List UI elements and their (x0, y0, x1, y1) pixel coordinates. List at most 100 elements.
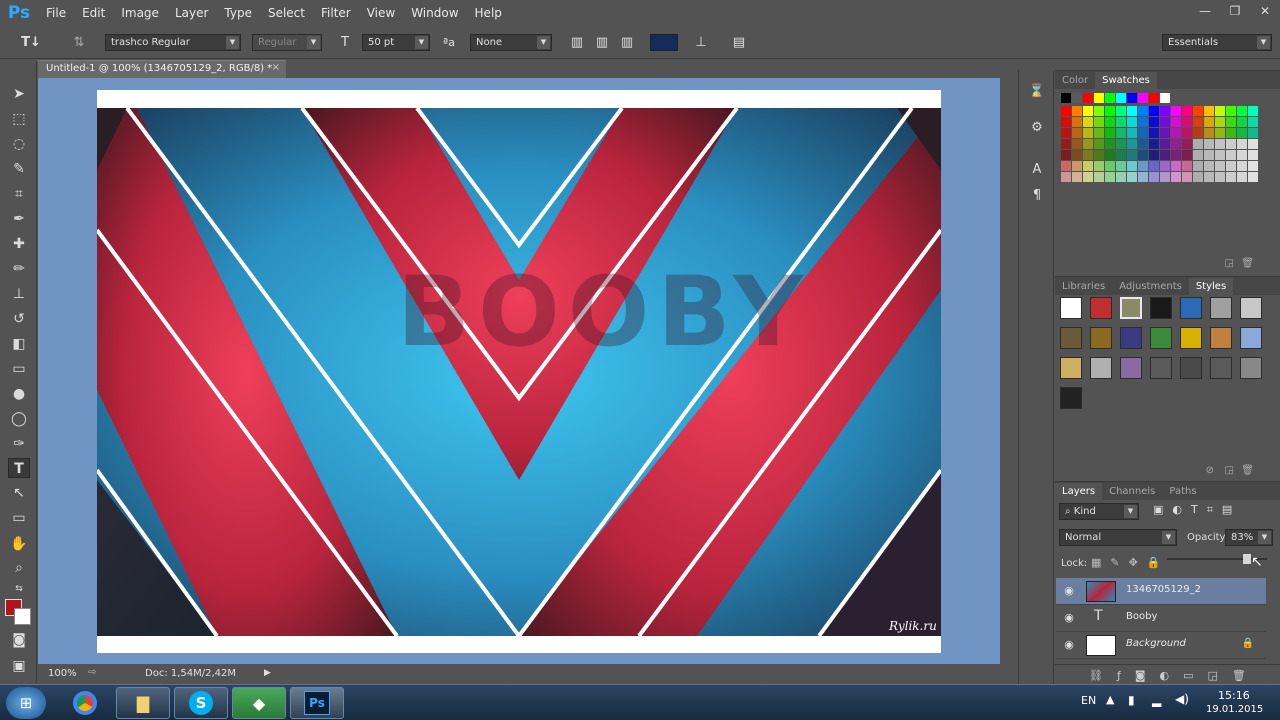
swatch[interactable] (1105, 150, 1115, 160)
style-preset[interactable] (1060, 327, 1082, 349)
brush-tool-icon[interactable]: ✏ (8, 259, 30, 279)
visibility-eye-icon[interactable]: ◉ (1062, 611, 1076, 625)
style-preset[interactable] (1180, 327, 1202, 349)
skype-taskbar-icon[interactable]: S (174, 687, 228, 719)
swatch[interactable] (1215, 117, 1225, 127)
swatch[interactable] (1061, 139, 1071, 149)
visibility-eye-icon[interactable]: ◉ (1062, 584, 1076, 598)
menu-layer[interactable]: Layer (167, 0, 216, 26)
antialias-select[interactable]: None ▼ (470, 34, 552, 51)
blend-mode-select[interactable]: Normal ▼ (1059, 529, 1177, 546)
clock-date[interactable]: 19.01.2015 (1206, 704, 1263, 715)
swatch[interactable] (1193, 139, 1203, 149)
swatch[interactable] (1105, 117, 1115, 127)
zoom-tool-icon[interactable]: ⌕ (8, 558, 30, 578)
properties-panel-icon[interactable]: ⚙ (1027, 118, 1047, 138)
align-right-icon[interactable]: ▥ (618, 34, 636, 52)
swatch[interactable] (1193, 172, 1203, 182)
swatch[interactable] (1094, 106, 1104, 116)
swatch[interactable] (1072, 139, 1082, 149)
crop-tool-icon[interactable]: ⌗ (8, 184, 30, 204)
style-preset[interactable] (1060, 387, 1082, 409)
minimize-button[interactable]: — (1190, 0, 1220, 22)
swatch[interactable] (1226, 161, 1236, 171)
swatch[interactable] (1215, 128, 1225, 138)
swatch[interactable] (1226, 128, 1236, 138)
swatch[interactable] (1127, 117, 1137, 127)
swatch[interactable] (1116, 106, 1126, 116)
swatch[interactable] (1083, 106, 1093, 116)
healing-brush-tool-icon[interactable]: ✚ (8, 234, 30, 254)
swatch[interactable] (1127, 128, 1137, 138)
menu-select[interactable]: Select (260, 0, 313, 26)
swatch[interactable] (1237, 128, 1247, 138)
menu-edit[interactable]: Edit (74, 0, 113, 26)
explorer-taskbar-icon[interactable]: ▇ (116, 687, 170, 719)
swatch[interactable] (1138, 106, 1148, 116)
move-tool-icon[interactable]: ➤ (8, 84, 30, 104)
style-preset[interactable] (1240, 297, 1262, 319)
status-menu-arrow-icon[interactable]: ▶ (264, 668, 271, 678)
marquee-tool-icon[interactable]: ⬚ (8, 109, 30, 129)
swatch[interactable] (1127, 106, 1137, 116)
swatch[interactable] (1072, 106, 1082, 116)
swatch[interactable] (1083, 93, 1093, 103)
swatch[interactable] (1116, 172, 1126, 182)
swatch[interactable] (1237, 117, 1247, 127)
swatch[interactable] (1094, 150, 1104, 160)
style-preset[interactable] (1090, 327, 1112, 349)
swatch[interactable] (1160, 139, 1170, 149)
close-button[interactable]: ✕ (1250, 0, 1280, 22)
swatch[interactable] (1237, 106, 1247, 116)
swatch[interactable] (1182, 139, 1192, 149)
swatch[interactable] (1094, 117, 1104, 127)
text-orientation-icon[interactable]: ⇅ (70, 34, 88, 52)
swatch[interactable] (1204, 172, 1214, 182)
swatch[interactable] (1061, 172, 1071, 182)
font-style-select[interactable]: Regular ▼ (252, 34, 322, 51)
layer-filter-icons[interactable]: ▣◐T⌗▤ (1153, 503, 1241, 517)
menu-help[interactable]: Help (467, 0, 510, 26)
swatch[interactable] (1149, 139, 1159, 149)
swatch[interactable] (1083, 128, 1093, 138)
swatch[interactable] (1105, 93, 1115, 103)
clear-style-icon[interactable]: ⊘ (1206, 465, 1214, 476)
swatch[interactable] (1215, 139, 1225, 149)
delete-swatch-icon[interactable]: 🗑 (1241, 258, 1254, 269)
swatch[interactable] (1149, 117, 1159, 127)
swatch[interactable] (1072, 93, 1082, 103)
swatch[interactable] (1138, 139, 1148, 149)
swatch[interactable] (1226, 150, 1236, 160)
swatch[interactable] (1094, 93, 1104, 103)
swatch[interactable] (1160, 172, 1170, 182)
swatch[interactable] (1215, 106, 1225, 116)
paragraph-panel-icon[interactable]: ¶ (1027, 186, 1047, 206)
swatch[interactable] (1138, 117, 1148, 127)
tab-libraries[interactable]: Libraries (1055, 278, 1112, 295)
network-signal-icon[interactable]: ▂ (1152, 693, 1161, 707)
canvas-area[interactable]: BOOBY Rylik.ru (38, 78, 1000, 664)
volume-icon[interactable]: ◀) (1175, 692, 1189, 706)
tab-channels[interactable]: Channels (1102, 483, 1162, 500)
document-canvas[interactable]: BOOBY Rylik.ru (97, 90, 941, 653)
pen-tool-icon[interactable]: ✑ (8, 434, 30, 454)
swatch[interactable] (1248, 106, 1258, 116)
swatch[interactable] (1116, 93, 1126, 103)
font-size-select[interactable]: 50 pt ▼ (362, 34, 430, 51)
style-preset[interactable] (1180, 297, 1202, 319)
swatch[interactable] (1160, 106, 1170, 116)
warp-text-icon[interactable]: ⊥ (692, 34, 710, 52)
swatch[interactable] (1094, 128, 1104, 138)
swatch[interactable] (1171, 117, 1181, 127)
swatch[interactable] (1116, 150, 1126, 160)
swatch[interactable] (1248, 117, 1258, 127)
swatch[interactable] (1237, 172, 1247, 182)
swatch[interactable] (1193, 128, 1203, 138)
style-preset[interactable] (1210, 327, 1232, 349)
start-button[interactable]: ⊞ (6, 687, 46, 719)
swap-colors-icon[interactable]: ⇆ (8, 579, 30, 599)
style-preset[interactable] (1180, 357, 1202, 379)
history-panel-icon[interactable]: ⌛ (1027, 82, 1047, 102)
swatch[interactable] (1182, 172, 1192, 182)
style-preset[interactable] (1060, 297, 1082, 319)
